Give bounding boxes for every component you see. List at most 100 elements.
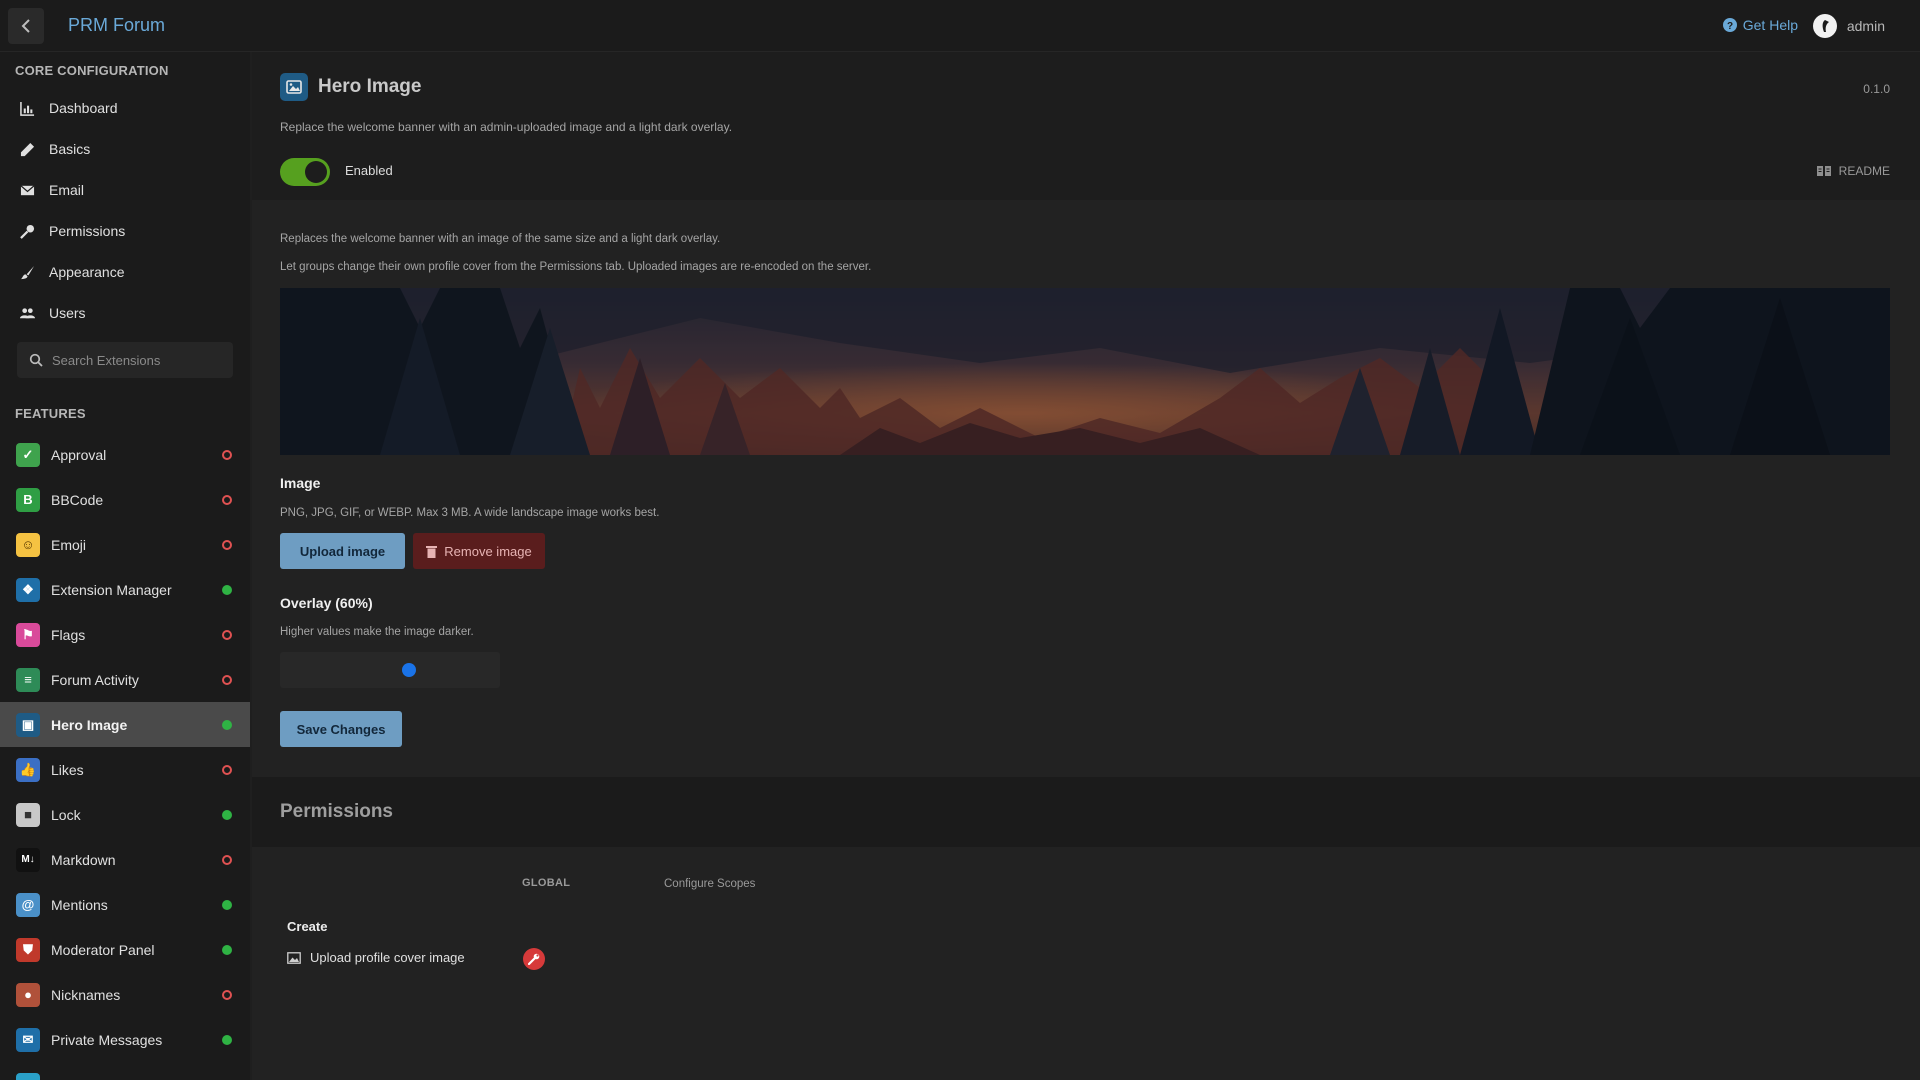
sidebar-item-lock[interactable]: ■ Lock bbox=[0, 792, 250, 837]
envelope-icon bbox=[20, 184, 35, 195]
sidebar-item-forum-activity[interactable]: ≡ Forum Activity bbox=[0, 657, 250, 702]
sidebar-item-label: Lock bbox=[51, 806, 81, 823]
key-icon bbox=[20, 224, 35, 239]
status-indicator bbox=[222, 764, 232, 775]
search-input[interactable] bbox=[52, 352, 222, 368]
readme-label: README bbox=[1838, 164, 1890, 178]
user-icon: ● bbox=[16, 982, 40, 1007]
book-icon bbox=[1816, 166, 1831, 176]
status-indicator bbox=[222, 584, 232, 595]
users-icon bbox=[20, 307, 35, 318]
check-icon: ✓ bbox=[16, 442, 40, 467]
status-indicator bbox=[222, 944, 232, 955]
sidebar-item-emoji[interactable]: ☺ Emoji bbox=[0, 522, 250, 567]
smile-icon: ☺ bbox=[16, 532, 40, 557]
avatar bbox=[1812, 14, 1837, 38]
permission-row-label: Upload profile cover image bbox=[310, 950, 465, 965]
sidebar-item-label: Dashboard bbox=[49, 100, 118, 116]
slider-handle[interactable] bbox=[402, 663, 416, 677]
puzzle-icon: ❖ bbox=[16, 577, 40, 602]
sidebar-item-permissions[interactable]: Permissions bbox=[0, 211, 250, 251]
sidebar-item-basics[interactable]: Basics bbox=[0, 129, 250, 169]
sidebar-item-users[interactable]: Users bbox=[0, 293, 250, 333]
enabled-toggle[interactable] bbox=[280, 158, 330, 186]
sidebar-item-label: Private Messages bbox=[51, 1031, 163, 1048]
image-section-label: Image bbox=[280, 475, 321, 491]
save-changes-button[interactable]: Save Changes bbox=[280, 711, 402, 747]
sidebar-item-label: Emoji bbox=[51, 536, 87, 553]
sidebar-item-unnamed[interactable]: ◆ bbox=[0, 1062, 250, 1080]
app-title[interactable]: PRM Forum bbox=[68, 15, 165, 36]
sidebar-item-label: Nicknames bbox=[51, 986, 121, 1003]
sidebar-item-label: Email bbox=[49, 182, 85, 198]
b-icon: B bbox=[16, 487, 40, 512]
sidebar-item-bbcode[interactable]: B BBCode bbox=[0, 477, 250, 522]
question-circle-icon: ? bbox=[1722, 18, 1737, 32]
sidebar-item-flags[interactable]: ⚑ Flags bbox=[0, 612, 250, 657]
sidebar-item-appearance[interactable]: Appearance bbox=[0, 252, 250, 292]
configure-scopes-link[interactable]: Configure Scopes bbox=[664, 878, 755, 890]
trash-icon bbox=[426, 545, 438, 558]
sidebar-item-dashboard[interactable]: Dashboard bbox=[0, 88, 250, 128]
status-indicator bbox=[222, 989, 232, 1000]
sidebar-item-hero-image[interactable]: ▣ Hero Image bbox=[0, 702, 250, 747]
sidebar-item-label: Hero Image bbox=[51, 716, 128, 733]
remove-image-button[interactable]: Remove image bbox=[413, 533, 545, 569]
flag-icon: ⚑ bbox=[16, 622, 40, 647]
lock-icon: ■ bbox=[16, 802, 40, 827]
page-title: Hero Image bbox=[318, 76, 422, 97]
sidebar-item-approval[interactable]: ✓ Approval bbox=[0, 432, 250, 477]
extension-search[interactable] bbox=[17, 342, 233, 378]
info-text-1: Replaces the welcome banner with an imag… bbox=[280, 233, 721, 245]
readme-button[interactable]: README bbox=[1816, 164, 1890, 178]
info-text-2: Let groups change their own profile cove… bbox=[280, 261, 872, 273]
sidebar-item-label: Forum Activity bbox=[51, 671, 139, 688]
sidebar-item-likes[interactable]: 👍 Likes bbox=[0, 747, 250, 792]
sidebar-item-label: Markdown bbox=[51, 851, 116, 868]
image-icon: ▣ bbox=[16, 712, 40, 737]
overlay-slider[interactable] bbox=[280, 652, 500, 688]
extension-description: Replace the welcome banner with an admin… bbox=[280, 120, 733, 134]
sidebar-item-extension-manager[interactable]: ❖ Extension Manager bbox=[0, 567, 250, 612]
get-help-label: Get Help bbox=[1742, 17, 1798, 33]
permission-group-create: Create bbox=[287, 919, 328, 934]
user-menu[interactable]: admin bbox=[1812, 14, 1885, 38]
sidebar-item-mentions[interactable]: @ Mentions bbox=[0, 882, 250, 927]
permissions-column-global: GLOBAL bbox=[522, 877, 571, 889]
sidebar-item-label: Appearance bbox=[49, 264, 125, 280]
permission-global-setting-button[interactable] bbox=[523, 948, 545, 970]
sidebar-item-label: Flags bbox=[51, 626, 86, 643]
image-help-text: PNG, JPG, GIF, or WEBP. Max 3 MB. A wide… bbox=[280, 507, 660, 519]
generic-icon: ◆ bbox=[16, 1072, 40, 1080]
remove-image-label: Remove image bbox=[444, 543, 532, 559]
chevron-left-icon bbox=[21, 19, 30, 33]
svg-text:?: ? bbox=[1727, 21, 1733, 32]
extension-header: Hero Image 0.1.0 Replace the welcome ban… bbox=[252, 52, 1920, 200]
sidebar-item-label: Basics bbox=[49, 141, 91, 157]
status-indicator bbox=[222, 629, 232, 640]
sidebar-item-moderator-panel[interactable]: ⛊ Moderator Panel bbox=[0, 927, 250, 972]
sidebar-item-label: Approval bbox=[51, 446, 107, 463]
sidebar-item-email[interactable]: Email bbox=[0, 170, 250, 210]
user-name: admin bbox=[1846, 18, 1885, 34]
sidebar-item-private-messages[interactable]: ✉ Private Messages bbox=[0, 1017, 250, 1062]
sidebar-item-nicknames[interactable]: ● Nicknames bbox=[0, 972, 250, 1017]
user-logo-icon bbox=[1822, 20, 1829, 32]
sidebar-item-label: Extension Manager bbox=[51, 581, 172, 598]
status-indicator bbox=[222, 449, 232, 460]
status-indicator bbox=[222, 539, 232, 550]
status-indicator bbox=[222, 809, 232, 820]
paintbrush-icon bbox=[20, 265, 35, 279]
sidebar-item-label: BBCode bbox=[51, 491, 104, 508]
wrench-icon bbox=[528, 953, 540, 965]
top-bar: PRM Forum ? Get Help admin bbox=[0, 0, 1920, 52]
status-indicator bbox=[222, 854, 232, 865]
sidebar-item-markdown[interactable]: M↓ Markdown bbox=[0, 837, 250, 882]
sidebar: CORE CONFIGURATION Dashboard Basics Emai… bbox=[0, 52, 250, 1080]
upload-image-button[interactable]: Upload image bbox=[280, 533, 405, 569]
markdown-icon: M↓ bbox=[16, 847, 40, 872]
get-help-link[interactable]: ? Get Help bbox=[1722, 17, 1798, 33]
sidebar-item-label: Users bbox=[49, 305, 86, 321]
back-button[interactable] bbox=[8, 8, 44, 44]
shield-icon: ⛊ bbox=[16, 937, 40, 962]
